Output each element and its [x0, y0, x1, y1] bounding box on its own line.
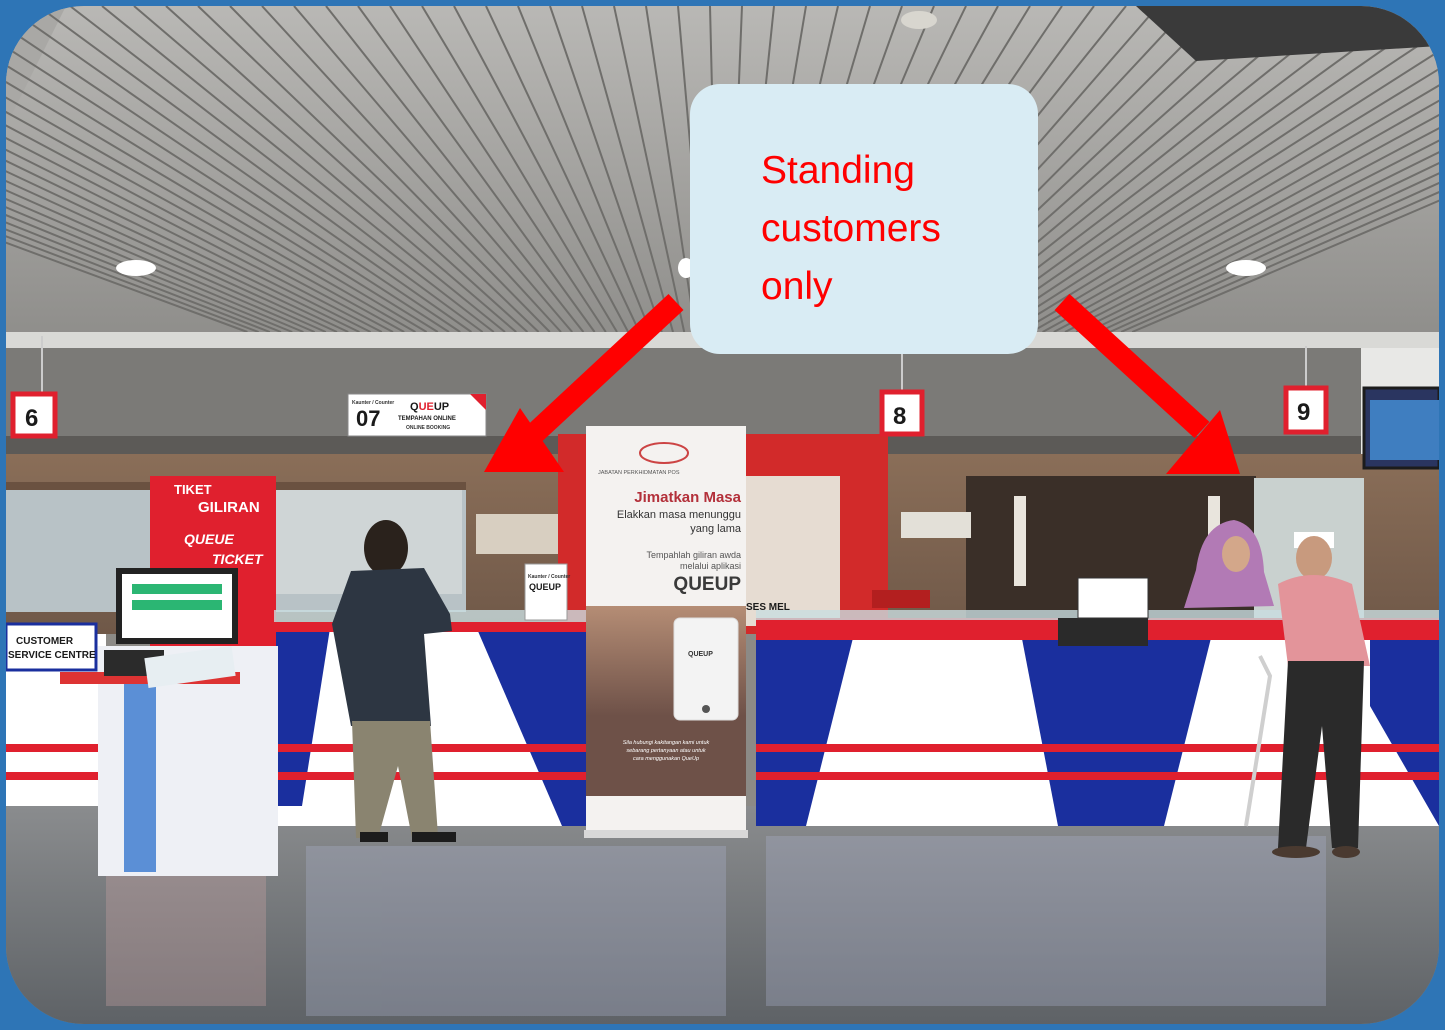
counter-9-number: 9 [1297, 399, 1310, 426]
ticket-line3: QUEUE [184, 531, 234, 547]
banner-org: JABATAN PERKHIDMATAN POS [598, 470, 680, 476]
queup-banner [584, 426, 748, 838]
wall-sign: SES MEL [746, 602, 790, 613]
counter-7-brand: QUEUP [410, 401, 449, 413]
customer-service-line2: SERVICE CENTRE [8, 650, 96, 661]
banner-cta1: Tempahlah giliran awda [646, 550, 741, 560]
customer-service-line1: CUSTOMER [16, 636, 74, 647]
queup-card [524, 563, 568, 621]
counter-7-number: 07 [356, 406, 380, 431]
queup-card-brand: QUEUP [529, 582, 561, 592]
ticket-line4: TICKET [212, 551, 264, 567]
ticket-line2: GILIRAN [198, 499, 260, 516]
banner-sub2: yang lama [690, 523, 742, 535]
queup-card-label: Kaunter / Counter [528, 574, 570, 580]
banner-cta2: melalui aplikasi [680, 561, 741, 571]
banner-contact3: cara menggunakan QueUp [633, 756, 699, 762]
counter-7-line2: ONLINE BOOKING [406, 425, 450, 431]
banner-phone-label: QUEUP [688, 651, 713, 658]
ticket-line1: TIKET [174, 482, 212, 497]
counter-7-label: Kaunter / Counter [352, 400, 394, 406]
banner-contact2: sebarang pertanyaan atau untuk [626, 748, 705, 754]
callout-box: Standing customers only [690, 84, 1038, 354]
banner-sub1: Elakkan masa menunggu [617, 509, 741, 521]
callout-text: Standing customers only [761, 149, 941, 308]
banner-app-name: QUEUP [673, 574, 741, 595]
counter-7-line1: TEMPAHAN ONLINE [398, 416, 456, 422]
banner-headline: Jimatkan Masa [634, 489, 741, 506]
banner-contact1: Sila hubungi kakitangan kami untuk [623, 740, 710, 746]
counter-6-number: 6 [25, 405, 38, 432]
photo-frame: 6 07 Kaunter / Counter QUEUP TEMPAHAN ON… [6, 6, 1439, 1024]
counter-8-number: 8 [893, 403, 906, 430]
